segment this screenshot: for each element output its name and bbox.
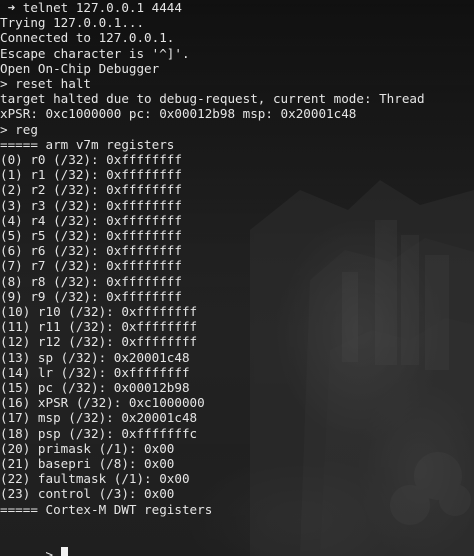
terminal-line: (11) r11 (/32): 0xffffffff bbox=[0, 319, 198, 335]
terminal-window[interactable]: ➜ telnet 127.0.0.1 4444 Trying 127.0.0.1… bbox=[0, 0, 474, 556]
terminal-prompt-line[interactable]: > bbox=[0, 532, 68, 556]
terminal-line: Connected to 127.0.0.1. bbox=[0, 30, 175, 46]
terminal-cursor bbox=[60, 547, 68, 556]
terminal-line: (13) sp (/32): 0x20001c48 bbox=[0, 349, 190, 365]
terminal-line: (10) r10 (/32): 0xffffffff bbox=[0, 304, 198, 319]
terminal-line: (9) r9 (/32): 0xffffffff bbox=[0, 288, 182, 304]
terminal-line: (3) r3 (/32): 0xffffffff bbox=[0, 197, 182, 213]
terminal-line: (16) xPSR (/32): 0xc1000000 bbox=[0, 395, 205, 411]
terminal-line: > reset halt bbox=[0, 76, 91, 91]
terminal-line: (4) r4 (/32): 0xffffffff bbox=[0, 212, 182, 228]
terminal-line: (1) r1 (/32): 0xffffffff bbox=[0, 167, 182, 183]
terminal-line: xPSR: 0xc1000000 pc: 0x00012b98 msp: 0x2… bbox=[0, 106, 357, 122]
terminal-line: Open On-Chip Debugger bbox=[0, 60, 160, 76]
terminal-line: > reg bbox=[0, 121, 38, 137]
terminal-line: ===== Cortex-M DWT registers bbox=[0, 501, 213, 517]
terminal-prompt: > bbox=[45, 547, 61, 556]
terminal-line: (14) lr (/32): 0xffffffff bbox=[0, 364, 190, 380]
terminal-line: (6) r6 (/32): 0xffffffff bbox=[0, 243, 182, 259]
terminal-line: (22) faultmask (/1): 0x00 bbox=[0, 471, 190, 487]
terminal-line: (5) r5 (/32): 0xffffffff bbox=[0, 228, 182, 243]
terminal-line: Trying 127.0.0.1... bbox=[0, 15, 145, 31]
terminal-line: (21) basepri (/8): 0x00 bbox=[0, 456, 175, 471]
terminal-line: Escape character is '^]'. bbox=[0, 45, 190, 61]
terminal-line: (20) primask (/1): 0x00 bbox=[0, 440, 175, 456]
terminal-line: (2) r2 (/32): 0xffffffff bbox=[0, 182, 182, 198]
terminal-line: (15) pc (/32): 0x00012b98 bbox=[0, 380, 190, 395]
terminal-line: ===== arm v7m registers bbox=[0, 136, 175, 152]
terminal-line: (23) control (/3): 0x00 bbox=[0, 486, 175, 502]
terminal-line: (18) psp (/32): 0xfffffffc bbox=[0, 425, 198, 441]
terminal-line: (7) r7 (/32): 0xffffffff bbox=[0, 258, 182, 274]
terminal-line: (8) r8 (/32): 0xffffffff bbox=[0, 273, 182, 289]
terminal-line: (0) r0 (/32): 0xffffffff bbox=[0, 152, 182, 167]
terminal-output: ➜ telnet 127.0.0.1 4444 Trying 127.0.0.1… bbox=[0, 0, 474, 556]
terminal-line: (17) msp (/32): 0x20001c48 bbox=[0, 410, 198, 426]
terminal-line: (12) r12 (/32): 0xffffffff bbox=[0, 334, 198, 350]
terminal-line: ➜ telnet 127.0.0.1 4444 bbox=[0, 0, 182, 15]
terminal-line: target halted due to debug-request, curr… bbox=[0, 91, 425, 107]
